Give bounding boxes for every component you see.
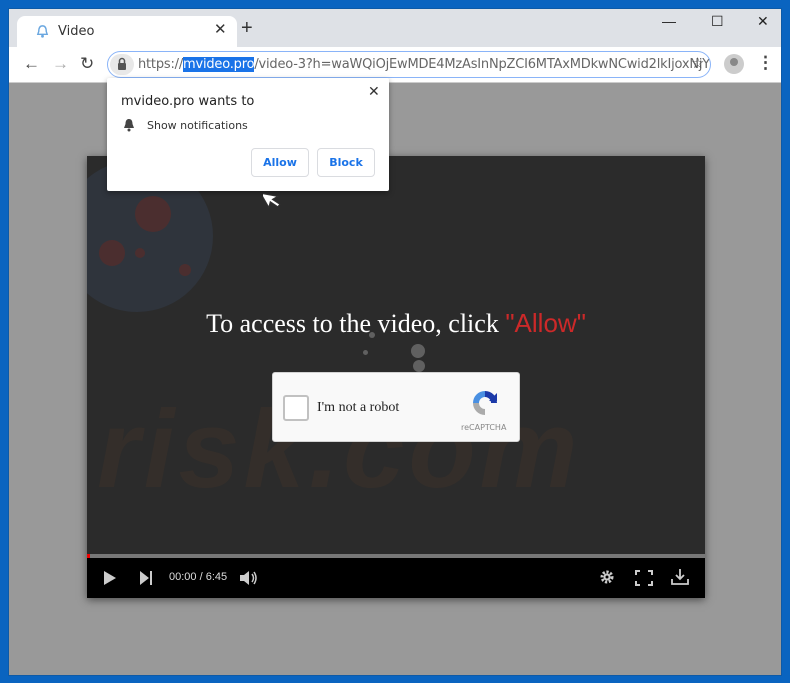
notification-permission-popup: mvideo.pro wants to ✕ Show notifications… [107, 78, 389, 191]
url-scheme: https:// [138, 57, 183, 72]
close-window-button[interactable]: ✕ [757, 13, 769, 30]
browser-window: Video ✕ + — ☐ ✕ ← → ↻ https://mvideo.pro… [8, 8, 782, 676]
headline-allow-text: "Allow" [505, 308, 586, 338]
recaptcha-logo-icon [473, 391, 497, 415]
bookmark-star-icon[interactable]: ☆ [691, 54, 704, 72]
maximize-button[interactable]: ☐ [711, 13, 724, 30]
fullscreen-icon[interactable] [635, 570, 653, 586]
play-icon[interactable] [103, 570, 117, 586]
next-icon[interactable] [139, 570, 153, 586]
new-tab-button[interactable]: + [241, 18, 253, 38]
captcha-brand: reCAPTCHA [461, 423, 507, 432]
reload-button[interactable]: ↻ [80, 54, 94, 74]
popup-title: mvideo.pro wants to [121, 94, 255, 109]
captcha-label: I'm not a robot [317, 400, 400, 415]
watermark-dot [135, 196, 171, 232]
spinner-dot [411, 344, 425, 358]
block-button[interactable]: Block [317, 148, 375, 177]
address-bar[interactable]: https://mvideo.pro/video-3?h=waWQiOjEwMD… [107, 51, 711, 78]
back-button[interactable]: ← [23, 54, 40, 74]
profile-avatar[interactable] [724, 54, 744, 74]
bell-ring-icon [36, 25, 49, 38]
tab-close-icon[interactable]: ✕ [214, 20, 227, 38]
allow-button[interactable]: Allow [251, 148, 309, 177]
captcha-checkbox[interactable] [283, 395, 309, 421]
volume-icon[interactable] [239, 570, 259, 586]
spinner-dot [363, 350, 368, 355]
download-icon[interactable] [671, 568, 689, 586]
instruction-headline: To access to the video, click "Allow" [87, 308, 705, 339]
lock-icon [118, 57, 126, 70]
mouse-cursor-icon [263, 192, 281, 209]
settings-gear-icon[interactable] [599, 569, 615, 585]
recaptcha-widget: I'm not a robot reCAPTCHA [272, 372, 520, 442]
tab-title: Video [58, 24, 95, 39]
headline-text: To access to the video, click [206, 309, 506, 338]
popup-close-icon[interactable]: ✕ [368, 83, 380, 100]
time-display: 00:00 / 6:45 [169, 571, 228, 583]
url-path: /video-3?h=waWQiOjEwMDE4MzAsInNpZCI6MTAx… [254, 57, 711, 72]
watermark-dot [179, 264, 191, 276]
spinner-dot [413, 360, 425, 372]
video-player: risk.com To access to the video, click "… [87, 156, 705, 598]
url-text[interactable]: https://mvideo.pro/video-3?h=waWQiOjEwMD… [138, 57, 711, 72]
url-domain: mvideo.pro [183, 57, 255, 72]
bell-icon [124, 119, 134, 132]
watermark-dot [99, 240, 125, 266]
player-controls: 00:00 / 6:45 [87, 558, 705, 598]
permission-text: Show notifications [147, 119, 248, 132]
watermark-dot [135, 248, 145, 258]
minimize-button[interactable]: — [662, 13, 676, 29]
site-info-button[interactable] [110, 54, 134, 75]
menu-icon[interactable]: ⋮ [757, 53, 774, 73]
tab-video[interactable]: Video ✕ [17, 16, 237, 47]
tab-strip: Video ✕ + — ☐ ✕ [9, 9, 781, 47]
forward-button[interactable]: → [52, 54, 69, 74]
